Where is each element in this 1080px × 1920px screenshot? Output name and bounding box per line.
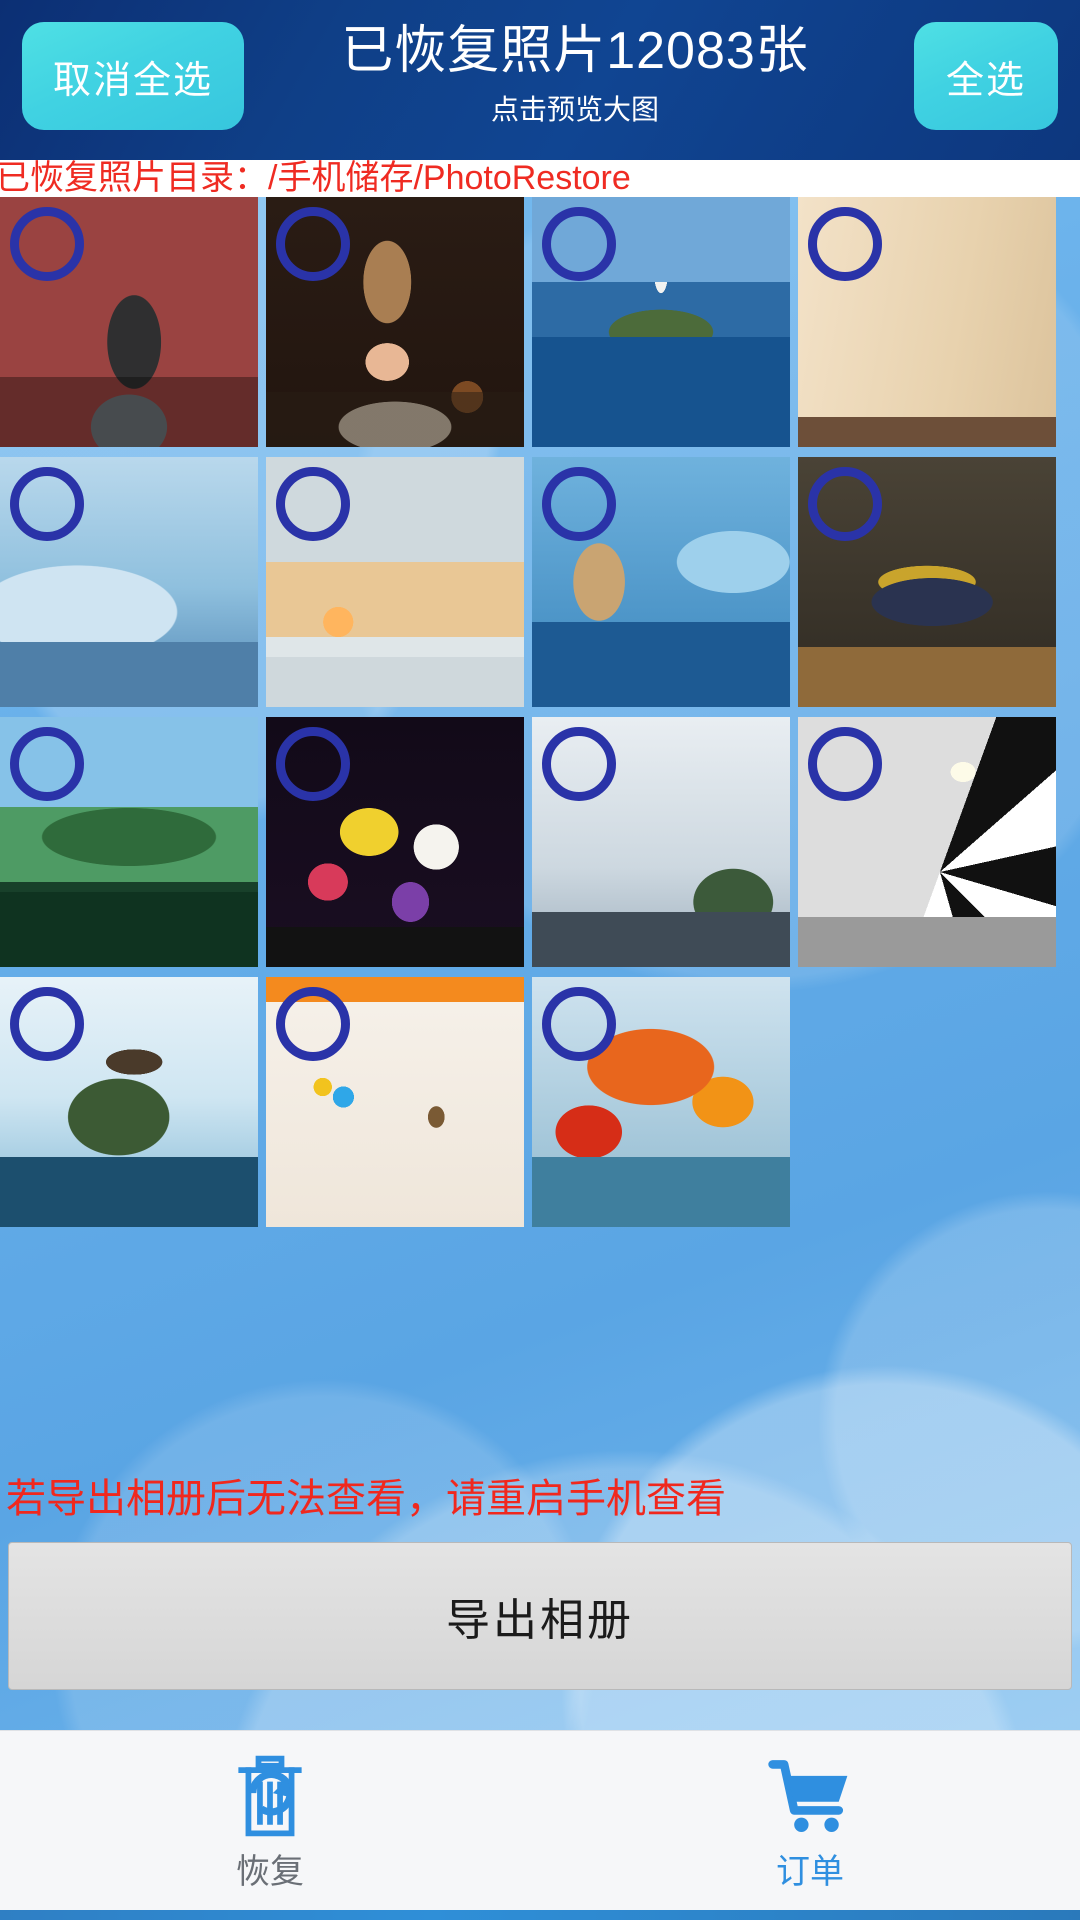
page-subtitle: 点击预览大图: [490, 94, 659, 125]
photo-grid: [0, 197, 1080, 1227]
page-title: 已恢复照片12083张: [341, 22, 809, 80]
circle-outline-icon[interactable]: [10, 987, 84, 1061]
deselect-all-button[interactable]: 取消全选: [22, 22, 244, 130]
nav-item-restore[interactable]: 恢复: [0, 1731, 540, 1910]
photo-cell[interactable]: [532, 197, 790, 447]
circle-outline-icon[interactable]: [542, 207, 616, 281]
export-album-button[interactable]: 导出相册: [8, 1542, 1072, 1690]
photo-cell[interactable]: [0, 197, 258, 447]
directory-path-text: 已恢复照片目录：/手机储存/PhotoRestore: [0, 159, 631, 197]
nav-label-restore: 恢复: [236, 1852, 304, 1891]
select-all-button[interactable]: 全选: [914, 22, 1058, 130]
trash-restore-icon: [238, 1755, 302, 1836]
circle-outline-icon[interactable]: [808, 727, 882, 801]
photo-cell[interactable]: [532, 977, 790, 1227]
bottom-accent-strip: [0, 1910, 1080, 1920]
circle-outline-icon[interactable]: [542, 987, 616, 1061]
bottom-navigation-bar: 恢复 订单: [0, 1730, 1080, 1910]
circle-outline-icon[interactable]: [10, 727, 84, 801]
photo-cell[interactable]: [0, 977, 258, 1227]
circle-outline-icon[interactable]: [808, 467, 882, 541]
photo-cell[interactable]: [266, 457, 524, 707]
circle-outline-icon[interactable]: [542, 727, 616, 801]
restart-warning-text: 若导出相册后无法查看，请重启手机查看: [6, 1477, 726, 1521]
circle-outline-icon[interactable]: [276, 467, 350, 541]
header-title-block: 已恢复照片12083张 点击预览大图: [250, 18, 900, 130]
circle-outline-icon[interactable]: [276, 727, 350, 801]
photo-cell[interactable]: [798, 457, 1056, 707]
circle-outline-icon[interactable]: [276, 207, 350, 281]
photo-cell[interactable]: [798, 717, 1056, 967]
photo-cell[interactable]: [266, 977, 524, 1227]
photo-cell[interactable]: [532, 457, 790, 707]
photo-cell[interactable]: [266, 717, 524, 967]
circle-outline-icon[interactable]: [276, 987, 350, 1061]
shopping-cart-icon: [768, 1759, 848, 1832]
nav-item-order[interactable]: 订单: [540, 1731, 1080, 1910]
photo-cell[interactable]: [532, 717, 790, 967]
nav-label-order: 订单: [776, 1852, 844, 1891]
circle-outline-icon[interactable]: [542, 467, 616, 541]
circle-outline-icon[interactable]: [808, 207, 882, 281]
directory-bar: 已恢复照片目录：/手机储存/PhotoRestore: [0, 160, 1080, 197]
circle-outline-icon[interactable]: [10, 207, 84, 281]
app-header: 取消全选 已恢复照片12083张 点击预览大图 全选: [0, 0, 1080, 160]
photo-cell[interactable]: [798, 197, 1056, 447]
circle-outline-icon[interactable]: [10, 467, 84, 541]
photo-cell[interactable]: [0, 717, 258, 967]
photo-cell[interactable]: [266, 197, 524, 447]
photo-cell[interactable]: [0, 457, 258, 707]
